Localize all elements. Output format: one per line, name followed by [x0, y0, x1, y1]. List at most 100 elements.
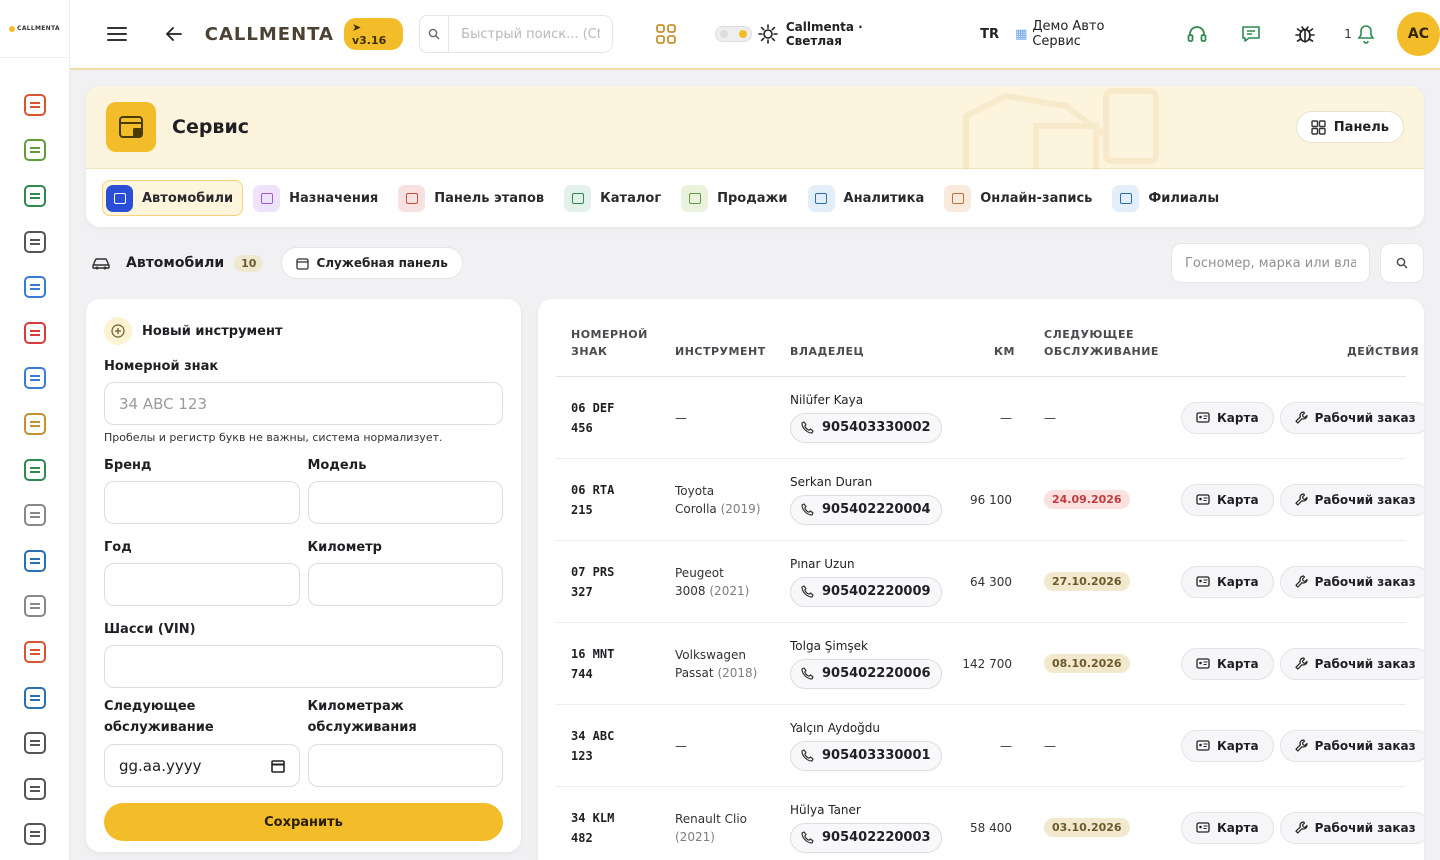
table-row[interactable]: 06 DEF 456 — Nilüfer Kaya 905403330002 — — Карт… — [556, 377, 1424, 459]
quick-search-input[interactable] — [449, 15, 614, 53]
user-avatar[interactable]: AC — [1396, 12, 1440, 56]
car-icon — [92, 258, 110, 270]
messages-button[interactable] — [1236, 19, 1266, 49]
brand[interactable]: CALLMENTA ➤ v3.16 — [205, 18, 404, 50]
col-owner[interactable]: ВЛАДЕЛЕЦ — [790, 343, 864, 360]
apps-button[interactable] — [651, 19, 680, 49]
rail-user-chat[interactable] — [0, 356, 69, 402]
table-row[interactable]: 34 ABC 123 — Yalçın Aydoğdu 905403330001 — — Ка… — [556, 705, 1424, 787]
vehicle-search-button[interactable] — [1380, 243, 1424, 283]
col-km[interactable]: КМ — [994, 343, 1015, 360]
tab-cars[interactable]: Автомобили — [102, 180, 244, 216]
language-switch[interactable]: TR — [980, 27, 999, 42]
phone-button[interactable]: 905402220009 — [790, 576, 942, 607]
rail-keypad[interactable] — [0, 538, 69, 584]
plate-line: 327 — [571, 584, 593, 599]
card-button[interactable]: Карта — [1181, 729, 1274, 762]
wrench-icon — [1294, 493, 1308, 506]
card-button[interactable]: Карта — [1181, 483, 1274, 516]
vin-input[interactable] — [104, 645, 503, 688]
col-next-service[interactable]: СЛЕДУЮЩЕЕ ОБСЛУЖИВАНИЕ — [1044, 326, 1159, 360]
sun-icon[interactable] — [758, 24, 778, 44]
card-button[interactable]: Карта — [1181, 565, 1274, 598]
phone-number: 905402220004 — [822, 502, 931, 517]
col-tool[interactable]: ИНСТРУМЕНТ — [675, 343, 766, 360]
theme-toggle[interactable] — [714, 26, 752, 42]
tab-stage-board[interactable]: Панель этапов — [394, 180, 554, 216]
brand-input[interactable] — [104, 481, 300, 524]
rail-analytics[interactable] — [0, 675, 69, 721]
owner-name: Hülya Taner — [790, 802, 861, 817]
tab-sales[interactable]: Продажи — [677, 180, 797, 216]
rail-calendar-grid[interactable] — [0, 82, 69, 128]
vehicle-make: — — [675, 738, 687, 753]
form-header: Новый инструмент — [104, 317, 503, 345]
work-order-button[interactable]: Рабочий заказ — [1279, 647, 1424, 680]
panel-button-label: Панель — [1333, 119, 1389, 135]
table-row[interactable]: 07 PRS 327 Peugeot 3008 (2021) Pınar Uzun 905… — [556, 541, 1424, 623]
rail-alarm[interactable] — [0, 310, 69, 356]
work-order-button[interactable]: Рабочий заказ — [1279, 483, 1424, 516]
save-button[interactable]: Сохранить — [104, 803, 503, 841]
table-row[interactable]: 16 MNT 744 Volkswagen Passat (2018) Tolga Şi… — [556, 623, 1424, 705]
year-input[interactable] — [104, 563, 300, 606]
km-value: 58 400 — [970, 820, 1012, 835]
phone-button[interactable]: 905403330001 — [790, 740, 942, 771]
table-row[interactable]: 34 KLM 482 Renault Clio (2021) Hülya Taner 90… — [556, 787, 1424, 860]
next-service-date-input[interactable]: gg.aa.yyyy — [104, 744, 300, 787]
work-order-button[interactable]: Рабочий заказ — [1279, 811, 1424, 844]
rail-shield[interactable] — [0, 584, 69, 630]
tool-cell: Toyota Corolla (2019) — [675, 459, 773, 540]
rail-sliders[interactable] — [0, 766, 69, 812]
company-selector[interactable]: ▦ Демо Авто Сервис — [1015, 19, 1154, 49]
tab-online-booking[interactable]: Онлайн-запись — [940, 180, 1102, 216]
calendar-icon[interactable] — [270, 759, 285, 773]
transfer-icon — [23, 230, 46, 253]
panel-button[interactable]: Панель — [1295, 111, 1404, 143]
tab-branches[interactable]: Филиалы — [1108, 180, 1229, 216]
table-row[interactable]: 06 RTA 215 Toyota Corolla (2019) Serkan Dura… — [556, 459, 1424, 541]
rail-user-circle[interactable] — [0, 264, 69, 310]
rail-report[interactable] — [0, 812, 69, 858]
bug-report-button[interactable] — [1290, 19, 1320, 49]
phone-button[interactable]: 905403330002 — [790, 412, 942, 443]
tab-catalog[interactable]: Каталог — [560, 180, 671, 216]
phone-button[interactable]: 905402220006 — [790, 658, 942, 689]
work-order-button[interactable]: Рабочий заказ — [1279, 729, 1424, 762]
service-km-input[interactable] — [307, 744, 503, 787]
card-button[interactable]: Карта — [1181, 647, 1274, 680]
km-input[interactable] — [307, 563, 503, 606]
tab-appointments[interactable]: Назначения — [249, 180, 388, 216]
menu-button[interactable] — [102, 19, 131, 49]
card-button[interactable]: Карта — [1181, 401, 1274, 434]
card-button[interactable]: Карта — [1181, 811, 1274, 844]
work-order-button[interactable]: Рабочий заказ — [1279, 565, 1424, 598]
back-button[interactable] — [159, 19, 188, 49]
owner-cell: Hülya Taner 905402220003 — [790, 787, 942, 860]
work-order-button[interactable]: Рабочий заказ — [1279, 401, 1424, 434]
rail-globe[interactable] — [0, 720, 69, 766]
support-button[interactable] — [1182, 19, 1212, 49]
vehicle-year: (2021) — [709, 583, 750, 598]
rail-logo[interactable]: CALLMENTA — [0, 0, 69, 58]
plate-input[interactable] — [104, 382, 503, 425]
model-input[interactable] — [307, 481, 503, 524]
col-plate[interactable]: НОМЕРНОЙ ЗНАК — [571, 326, 648, 360]
search-icon[interactable] — [419, 15, 450, 53]
tab-analytics[interactable]: Аналитика — [804, 180, 935, 216]
phone-button[interactable]: 905402220004 — [790, 494, 942, 525]
rail-gear[interactable] — [0, 492, 69, 538]
rail-clipboard[interactable] — [0, 128, 69, 174]
rail-cards[interactable] — [0, 173, 69, 219]
tool-cell: Renault Clio (2021) — [675, 787, 773, 860]
id-card-icon — [1196, 494, 1210, 505]
rail-boxes[interactable] — [0, 629, 69, 675]
rail-megaphone[interactable] — [0, 447, 69, 493]
notifications-button[interactable]: 1 — [1344, 24, 1375, 44]
bar-report-icon — [23, 823, 46, 846]
rail-transfer[interactable] — [0, 219, 69, 265]
vehicle-search-input[interactable] — [1171, 243, 1370, 283]
service-panel-button[interactable]: Служебная панель — [281, 247, 463, 279]
phone-button[interactable]: 905402220003 — [790, 822, 942, 853]
rail-medal[interactable] — [0, 401, 69, 447]
